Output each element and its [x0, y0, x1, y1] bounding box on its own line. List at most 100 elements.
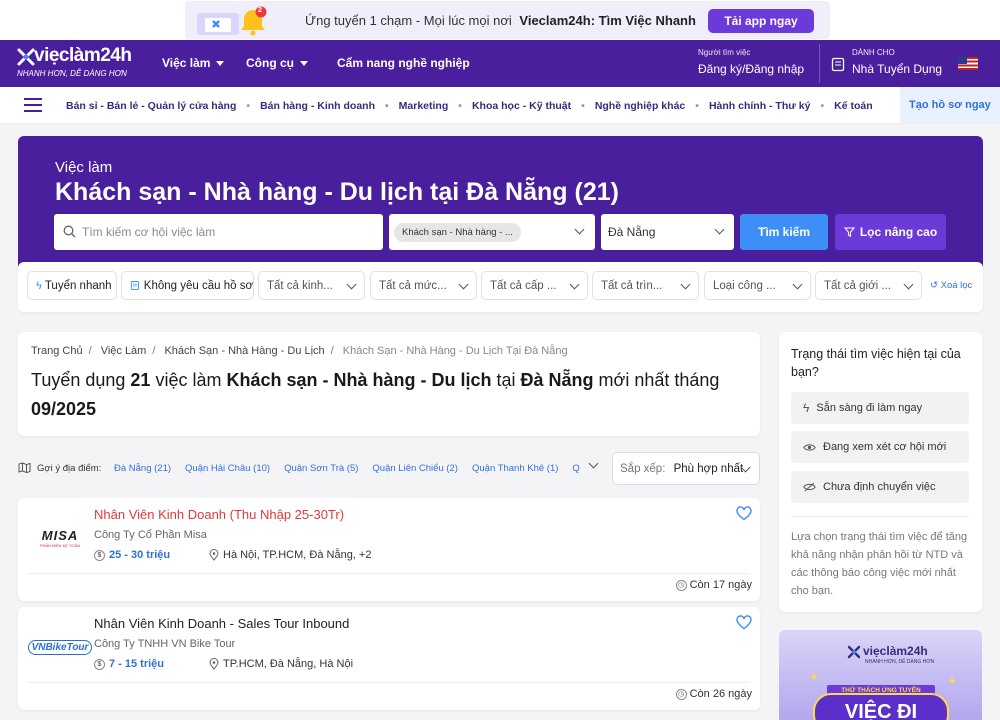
jobseeker-login[interactable]: Người tìm việc Đăng ký/Đăng nhập [698, 48, 804, 76]
job-type-filter[interactable]: Loại công ... [704, 271, 811, 300]
search-button[interactable]: Tìm kiếm [740, 214, 828, 250]
promo-banner: 2 Ứng tuyển 1 chạm - Mọi lúc mọi nơi Vie… [0, 0, 1000, 40]
category-link[interactable]: Nghề nghiệp khác [595, 100, 685, 112]
nav-career-guide[interactable]: Cẩm nang nghề nghiệp [337, 56, 470, 70]
heart-icon[interactable] [736, 615, 752, 630]
location-suggestion[interactable]: Quận Liên Chiểu (2) [372, 463, 458, 474]
job-location: TP.HCM, Đà Nẵng, Hà Nội [209, 658, 353, 670]
category-separator: • [384, 100, 389, 112]
breadcrumb-category[interactable]: Khách Sạn - Nhà Hàng - Du Lịch [164, 345, 324, 357]
sparkle-icon: ✦ [947, 674, 958, 688]
no-cv-filter[interactable]: Không yêu cầu hồ sơ [121, 271, 254, 300]
job-status-title: Trạng thái tìm việc hiện tại của bạn? [791, 347, 961, 379]
reset-filters-button[interactable]: ↺ Xoá lọc [930, 280, 972, 291]
advanced-filter-button[interactable]: Lọc nâng cao [835, 214, 946, 250]
job-title[interactable]: Nhân Viên Kinh Doanh (Thu Nhập 25-30Tr) [94, 507, 344, 522]
company-name[interactable]: Công Ty TNHH VN Bike Tour [94, 638, 235, 650]
nav-jobs-menu[interactable]: Việc làm [162, 56, 225, 70]
sort-select[interactable]: Sắp xếp: Phù hợp nhất [612, 452, 760, 485]
job-card[interactable]: MISA PHẦN MỀM KẾ TOÁN Nhân Viên Kinh Doa… [18, 498, 760, 601]
category-link[interactable]: Kế toán [834, 100, 873, 112]
category-separator: • [695, 100, 699, 112]
status-ready-now[interactable]: ϟ Sẵn sàng đi làm ngay [791, 392, 969, 424]
location-suggestion[interactable]: Quận Sơn Trà (5) [284, 463, 358, 474]
location-pin-icon [209, 549, 219, 561]
category-select[interactable]: Khách sạn - Nhà hàng - ... [389, 214, 595, 250]
chevron-down-icon[interactable] [588, 458, 599, 469]
category-link[interactable]: Bán sỉ - Bán lẻ - Quản lý cửa hàng [66, 100, 236, 112]
location-select[interactable]: Đà Nẵng [601, 214, 734, 250]
heart-icon[interactable] [736, 506, 752, 521]
promo-ad-banner[interactable]: viẹclàm24h NHANH HƠN, DỄ DÀNG HƠN ✦ ✦ TH… [779, 630, 982, 720]
results-heading: Tuyển dụng 21 việc làm Khách sạn - Nhà h… [31, 370, 720, 419]
company-logo[interactable]: MISA PHẦN MỀM KẾ TOÁN [28, 518, 92, 558]
quick-hire-filter[interactable]: ϟ Tuyển nhanh [27, 271, 117, 300]
category-bar: Bán sỉ - Bán lẻ - Quản lý cửa hàng • Bán h… [0, 87, 1000, 124]
location-suggestion[interactable]: Quận Hải Châu (10) [185, 463, 270, 474]
lightning-icon: ϟ [36, 279, 42, 292]
chevron-down-icon [792, 279, 803, 290]
job-salary: $25 - 30 triệu [94, 549, 170, 561]
map-icon [18, 462, 31, 473]
promo-illustration [197, 6, 267, 36]
days-remaining: ◷ Còn 26 ngày [675, 688, 752, 700]
logo-text: viẹclàm24h [34, 45, 132, 66]
location-suggestion[interactable]: Quận Thanh Khê (1) [472, 463, 558, 474]
nav-tools-menu[interactable]: Công cụ [246, 56, 308, 70]
page-title: Khách sạn - Nhà hàng - Du lịch tại Đà Nẵ… [55, 178, 619, 206]
location-suggestion[interactable]: Đà Nẵng (21) [114, 463, 171, 474]
logo-mark-icon [847, 645, 861, 659]
breadcrumb-home[interactable]: Trang Chủ [31, 345, 83, 357]
company-logo[interactable]: VNBikeTour [27, 627, 93, 667]
category-link[interactable]: Marketing [399, 100, 449, 112]
category-link[interactable]: Khoa học - Kỹ thuật [472, 100, 571, 112]
search-input[interactable] [82, 214, 372, 250]
job-card[interactable]: VNBikeTour Nhân Viên Kinh Doanh - Sales … [18, 607, 760, 710]
location-suggestion[interactable]: Q [572, 463, 579, 474]
job-status-panel: Trạng thái tìm việc hiện tại của bạn? ϟS… [779, 332, 982, 612]
download-app-button[interactable]: Tải app ngay [708, 9, 814, 33]
job-title[interactable]: Nhân Viên Kinh Doanh - Sales Tour Inboun… [94, 616, 349, 631]
chevron-down-icon [458, 279, 469, 290]
chevron-down-icon [216, 61, 225, 67]
category-separator: • [458, 100, 462, 112]
job-salary: $7 - 15 triệu [94, 658, 164, 670]
status-not-planning[interactable]: Chưa định chuyển việc [791, 471, 969, 503]
category-link[interactable]: Hành chính - Thư ký [709, 100, 811, 112]
ad-logo-text: viẹclàm24h [863, 644, 928, 658]
money-icon: $ [94, 549, 105, 561]
company-name[interactable]: Công Ty Cổ Phần Misa [94, 529, 207, 541]
experience-filter[interactable]: Tất cả kinh... [258, 271, 365, 300]
site-logo[interactable]: viẹclàm24h NHANH HƠN, DỄ DÀNG HƠN [16, 45, 144, 83]
location-suggestions: Gợi ý địa điểm: Đà Nẵng (21) Quận Hải Châ… [18, 452, 760, 486]
level-filter[interactable]: Tất cả cấp ... [481, 271, 588, 300]
promo-brand: Vieclam24h: Tìm Việc Nhanh [519, 13, 696, 28]
salary-filter[interactable]: Tất cả mức... [370, 271, 477, 300]
search-icon [63, 225, 76, 238]
eye-off-icon [803, 482, 816, 492]
lightning-icon: ϟ [803, 401, 810, 415]
clock-icon: ◷ [675, 579, 687, 591]
employer-link[interactable]: DÀNH CHO Nhà Tuyển Dụng [852, 48, 942, 76]
main-nav: viẹclàm24h NHANH HƠN, DỄ DÀNG HƠN Việc l… [0, 40, 1000, 87]
education-filter[interactable]: Tất cả trìn... [592, 271, 699, 300]
logo-mark-icon [17, 48, 35, 66]
refresh-icon: ↺ [930, 280, 941, 291]
category-separator: • [246, 100, 251, 112]
breadcrumb-current: Khách Sạn - Nhà Hàng - Du Lịch Tại Đà Nẵ… [342, 345, 568, 357]
us-flag-icon[interactable] [958, 57, 978, 70]
chevron-down-icon [346, 279, 357, 290]
chevron-down-icon [569, 279, 580, 290]
status-considering[interactable]: Đang xem xét cơ hội mới [791, 431, 969, 463]
ad-headline: VIỆC ĐI [813, 693, 949, 720]
category-link[interactable]: Bán hàng - Kinh doanh [260, 100, 375, 112]
breadcrumb: Trang Chủ / Việc Làm / Khách Sạn - Nhà Hàn… [31, 345, 568, 357]
promo-strip[interactable]: 2 Ứng tuyển 1 chạm - Mọi lúc mọi nơi Vie… [185, 1, 830, 39]
menu-icon[interactable] [24, 98, 42, 112]
category-chip[interactable]: Khách sạn - Nhà hàng - ... [394, 223, 521, 242]
breadcrumb-jobs[interactable]: Việc Làm [101, 345, 147, 357]
chevron-down-icon [903, 279, 914, 290]
gender-filter[interactable]: Tất cả giới ... [815, 271, 922, 300]
create-profile-button[interactable]: Tạo hồ sơ ngay [900, 87, 1000, 123]
sparkle-icon: ✦ [809, 670, 820, 684]
